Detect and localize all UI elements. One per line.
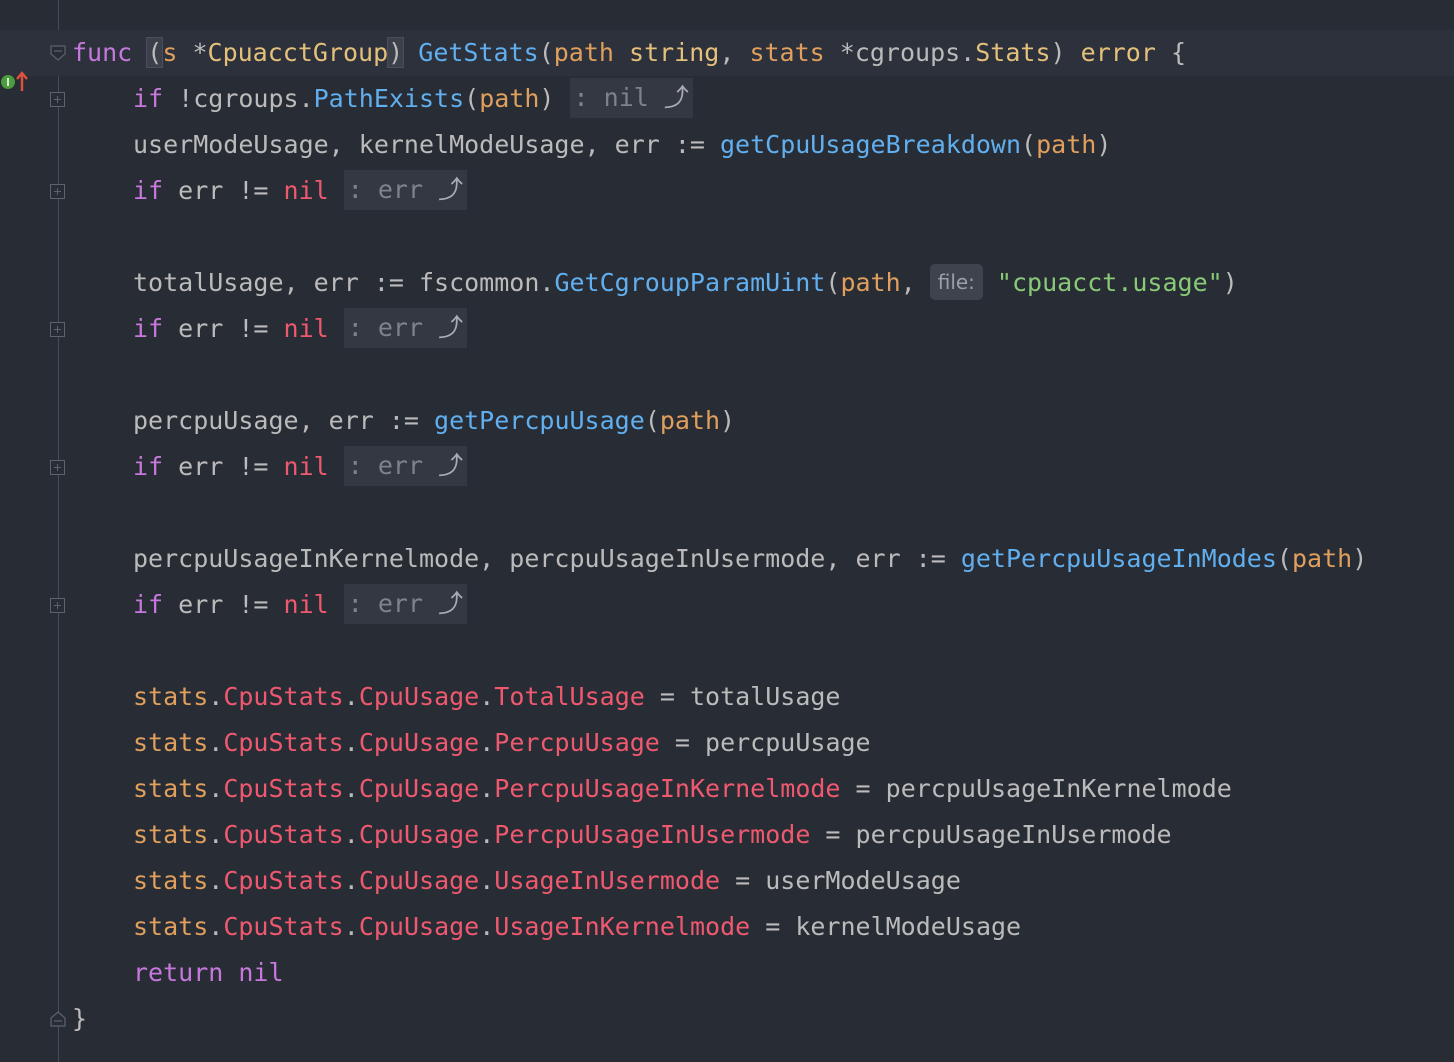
folded-return-hint[interactable]: : nil ⤴	[569, 78, 693, 118]
code-line-13[interactable]: if err != nil : err ⤴	[0, 582, 1454, 628]
code-line-17[interactable]: stats.CpuStats.CpuUsage.PercpuUsageInKer…	[0, 766, 1454, 812]
code-text: userModeUsage, kernelModeUsage, err := g…	[133, 130, 1112, 159]
return-arrow-icon: ⤴	[438, 175, 464, 204]
fold-collapse-icon[interactable]	[49, 44, 67, 62]
folded-return-hint[interactable]: : err ⤴	[343, 446, 468, 486]
code-line-4[interactable]: if err != nil : err ⤴	[0, 168, 1454, 214]
code-text: return nil	[133, 958, 284, 987]
fold-end-icon[interactable]	[49, 1010, 67, 1028]
code-text: stats.CpuStats.CpuUsage.TotalUsage = tot…	[133, 682, 841, 711]
code-text: if err != nil : err ⤴	[133, 444, 468, 490]
code-line-18[interactable]: stats.CpuStats.CpuUsage.PercpuUsageInUse…	[0, 812, 1454, 858]
code-line-2[interactable]: if !cgroups.PathExists(path) : nil ⤴	[0, 76, 1454, 122]
code-text: stats.CpuStats.CpuUsage.UsageInUsermode …	[133, 866, 961, 895]
code-text: stats.CpuStats.CpuUsage.PercpuUsageInKer…	[133, 774, 1232, 803]
folded-return-hint[interactable]: : err ⤴	[343, 584, 468, 624]
code-line-10[interactable]: if err != nil : err ⤴	[0, 444, 1454, 490]
code-line-6[interactable]: totalUsage, err := fscommon.GetCgroupPar…	[0, 260, 1454, 306]
code-text: if !cgroups.PathExists(path) : nil ⤴	[133, 76, 693, 122]
fold-expand-icon[interactable]	[50, 322, 65, 337]
code-line-1[interactable]: func (s *CpuacctGroup) GetStats(path str…	[0, 30, 1454, 91]
code-line-22[interactable]: }	[0, 996, 1454, 1042]
fold-expand-icon[interactable]	[50, 92, 65, 107]
code-text: stats.CpuStats.CpuUsage.PercpuUsage = pe…	[133, 728, 871, 757]
fold-expand-icon[interactable]	[50, 184, 65, 199]
code-text: totalUsage, err := fscommon.GetCgroupPar…	[133, 260, 1238, 306]
return-arrow-icon: ⤴	[438, 313, 464, 342]
code-line-12[interactable]: percpuUsageInKernelmode, percpuUsageInUs…	[0, 536, 1454, 582]
code-line-3[interactable]: userModeUsage, kernelModeUsage, err := g…	[0, 122, 1454, 168]
code-text: percpuUsageInKernelmode, percpuUsageInUs…	[133, 544, 1368, 573]
code-text: stats.CpuStats.CpuUsage.PercpuUsageInUse…	[133, 820, 1172, 849]
code-text: if err != nil : err ⤴	[133, 306, 468, 352]
return-arrow-icon: ⤴	[663, 83, 689, 112]
code-editor[interactable]: func (s *CpuacctGroup) GetStats(path str…	[0, 0, 1454, 1062]
code-text: }	[72, 1004, 88, 1033]
code-line-15[interactable]: stats.CpuStats.CpuUsage.TotalUsage = tot…	[0, 674, 1454, 720]
return-arrow-icon: ⤴	[438, 589, 464, 618]
code-line-19[interactable]: stats.CpuStats.CpuUsage.UsageInUsermode …	[0, 858, 1454, 904]
fold-expand-icon[interactable]	[50, 598, 65, 613]
fold-expand-icon[interactable]	[50, 460, 65, 475]
folded-return-hint[interactable]: : err ⤴	[343, 170, 468, 210]
code-text: percpuUsage, err := getPercpuUsage(path)	[133, 406, 736, 435]
code-line-9[interactable]: percpuUsage, err := getPercpuUsage(path)	[0, 398, 1454, 444]
folded-return-hint[interactable]: : err ⤴	[343, 308, 468, 348]
parameter-name-hint: file:	[929, 264, 983, 300]
return-arrow-icon: ⤴	[438, 451, 464, 480]
code-line-21[interactable]: return nil	[0, 950, 1454, 996]
code-text: func (s *CpuacctGroup) GetStats(path str…	[72, 37, 1187, 68]
code-line-16[interactable]: stats.CpuStats.CpuUsage.PercpuUsage = pe…	[0, 720, 1454, 766]
code-text: if err != nil : err ⤴	[133, 168, 468, 214]
code-text: if err != nil : err ⤴	[133, 582, 468, 628]
code-line-20[interactable]: stats.CpuStats.CpuUsage.UsageInKernelmod…	[0, 904, 1454, 950]
code-line-7[interactable]: if err != nil : err ⤴	[0, 306, 1454, 352]
code-text: stats.CpuStats.CpuUsage.UsageInKernelmod…	[133, 912, 1022, 941]
